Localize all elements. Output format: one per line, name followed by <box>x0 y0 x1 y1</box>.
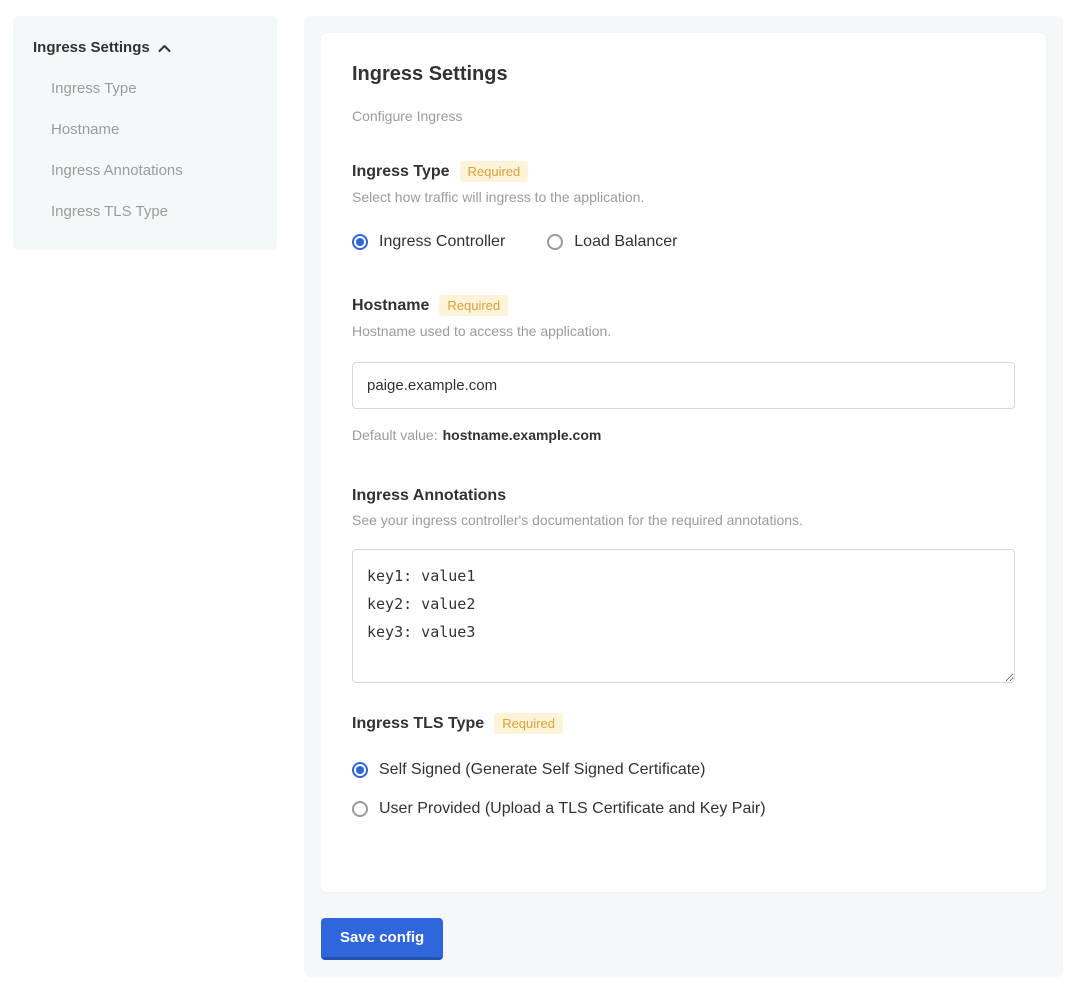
field-header: Ingress Annotations <box>352 487 1015 505</box>
save-config-button[interactable]: Save config <box>321 918 443 960</box>
card-subtitle: Configure Ingress <box>352 108 1015 124</box>
sidebar-item-ingress-tls-type[interactable]: Ingress TLS Type <box>51 203 257 220</box>
radio-load-balancer[interactable]: Load Balancer <box>547 233 677 251</box>
radio-self-signed[interactable]: Self Signed (Generate Self Signed Certif… <box>352 761 1015 779</box>
field-label-hostname: Hostname <box>352 297 429 315</box>
radio-unselected-icon <box>547 234 563 250</box>
card-title: Ingress Settings <box>352 63 1015 86</box>
config-content-panel: Ingress Settings Configure Ingress Ingre… <box>304 16 1063 977</box>
radio-label: User Provided (Upload a TLS Certificate … <box>379 800 766 818</box>
hostname-default-line: Default value: hostname.example.com <box>352 427 1015 443</box>
default-value-text: hostname.example.com <box>443 427 602 443</box>
default-value-label: Default value: <box>352 427 438 443</box>
sidebar-group-label: Ingress Settings <box>33 39 150 56</box>
sidebar-items: Ingress Type Hostname Ingress Annotation… <box>33 80 257 220</box>
field-label-ingress-annotations: Ingress Annotations <box>352 487 506 505</box>
hostname-input[interactable] <box>352 362 1015 409</box>
radio-selected-icon <box>352 762 368 778</box>
field-header: Ingress TLS Type Required <box>352 713 1015 734</box>
ingress-type-radio-group: Ingress Controller Load Balancer <box>352 233 1015 251</box>
config-sidebar: Ingress Settings Ingress Type Hostname I… <box>13 16 277 250</box>
radio-label: Ingress Controller <box>379 233 505 251</box>
section-ingress-tls-type: Ingress TLS Type Required Self Signed (G… <box>352 713 1015 818</box>
page: Ingress Settings Ingress Type Hostname I… <box>0 0 1090 993</box>
section-ingress-type: Ingress Type Required Select how traffic… <box>352 161 1015 251</box>
radio-user-provided[interactable]: User Provided (Upload a TLS Certificate … <box>352 800 1015 818</box>
field-help-ingress-annotations: See your ingress controller's documentat… <box>352 512 1015 528</box>
section-hostname: Hostname Required Hostname used to acces… <box>352 295 1015 443</box>
radio-label: Load Balancer <box>574 233 677 251</box>
field-label-ingress-tls-type: Ingress TLS Type <box>352 715 484 733</box>
radio-label: Self Signed (Generate Self Signed Certif… <box>379 761 705 779</box>
radio-unselected-icon <box>352 801 368 817</box>
section-ingress-annotations: Ingress Annotations See your ingress con… <box>352 487 1015 683</box>
radio-ingress-controller[interactable]: Ingress Controller <box>352 233 505 251</box>
field-help-hostname: Hostname used to access the application. <box>352 323 1015 339</box>
required-badge: Required <box>439 295 508 316</box>
chevron-up-icon <box>158 44 171 53</box>
field-header: Ingress Type Required <box>352 161 1015 182</box>
sidebar-item-ingress-type[interactable]: Ingress Type <box>51 80 257 97</box>
field-label-ingress-type: Ingress Type <box>352 163 450 181</box>
radio-selected-icon <box>352 234 368 250</box>
ingress-annotations-textarea[interactable]: key1: value1 key2: value2 key3: value3 <box>352 549 1015 683</box>
required-badge: Required <box>494 713 563 734</box>
ingress-settings-card: Ingress Settings Configure Ingress Ingre… <box>321 33 1046 892</box>
sidebar-item-ingress-annotations[interactable]: Ingress Annotations <box>51 162 257 179</box>
field-header: Hostname Required <box>352 295 1015 316</box>
field-help-ingress-type: Select how traffic will ingress to the a… <box>352 189 1015 205</box>
required-badge: Required <box>460 161 529 182</box>
tls-type-radio-group: Self Signed (Generate Self Signed Certif… <box>352 761 1015 818</box>
sidebar-item-hostname[interactable]: Hostname <box>51 121 257 138</box>
sidebar-group-ingress-settings[interactable]: Ingress Settings <box>33 39 257 56</box>
